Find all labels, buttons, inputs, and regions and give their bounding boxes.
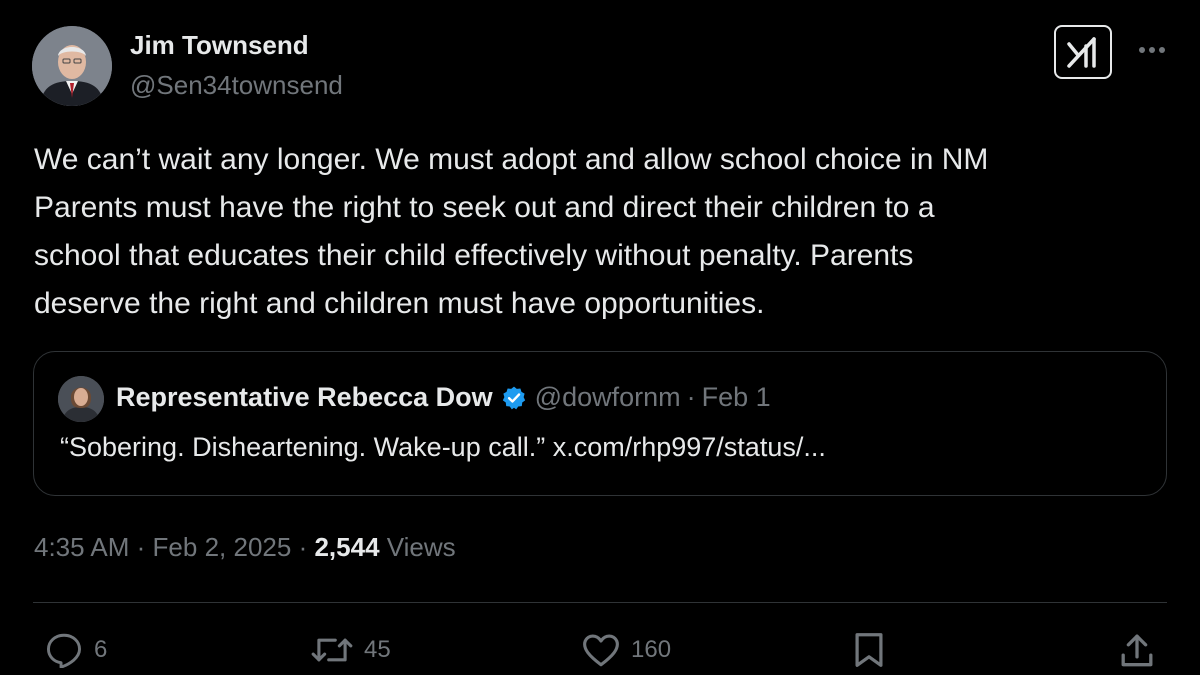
like-icon xyxy=(583,634,619,667)
like-count: 160 xyxy=(631,636,672,663)
views-label: Views xyxy=(386,532,456,562)
quoted-author-avatar[interactable] xyxy=(58,376,104,422)
tweet-text-line: school that educates their child effecti… xyxy=(34,239,914,272)
quoted-tweet[interactable]: Representative Rebecca Dow @dowfornm · F… xyxy=(33,351,1167,496)
tweet-text-line: deserve the right and children must have… xyxy=(34,287,765,320)
quoted-author-name[interactable]: Representative Rebecca Dow xyxy=(116,382,493,413)
quoted-separator: · xyxy=(686,382,696,412)
tweet-text: We can’t wait any longer. We must adopt … xyxy=(34,136,1174,328)
meta-separator: · xyxy=(298,532,308,562)
repost-button[interactable]: 45 xyxy=(310,630,391,670)
author-avatar[interactable] xyxy=(32,26,112,106)
like-button[interactable]: 160 xyxy=(581,630,671,670)
author-handle[interactable]: @Sen34townsend xyxy=(130,70,343,101)
author-name[interactable]: Jim Townsend xyxy=(130,30,309,61)
quoted-date[interactable]: Feb 1 xyxy=(702,382,771,413)
verified-badge-icon xyxy=(501,385,527,411)
repost-icon xyxy=(311,638,353,662)
reply-button[interactable]: 6 xyxy=(44,630,107,670)
views-count: 2,544 xyxy=(314,532,380,562)
quoted-text: “Sobering. Disheartening. Wake-up call.”… xyxy=(60,432,826,462)
more-icon xyxy=(1139,47,1165,53)
quoted-avatar-image xyxy=(58,376,104,422)
tweet-text-line: We can’t wait any longer. We must adopt … xyxy=(34,143,989,176)
bookmark-button[interactable] xyxy=(852,630,886,670)
author-avatar-image xyxy=(32,26,112,106)
reply-icon xyxy=(46,633,82,668)
meta-separator: · xyxy=(136,532,146,562)
tweet-meta: 4:35 AM · Feb 2, 2025 · 2,544 Views xyxy=(34,532,456,563)
tweet-time[interactable]: 4:35 AM xyxy=(34,532,129,562)
grok-icon xyxy=(1067,37,1096,68)
share-icon xyxy=(1121,634,1153,667)
quoted-header: Representative Rebecca Dow @dowfornm · F… xyxy=(116,382,771,413)
bookmark-icon xyxy=(855,633,883,667)
divider xyxy=(33,602,1167,603)
tweet-date[interactable]: Feb 2, 2025 xyxy=(153,532,292,562)
tweet-text-line: Parents must have the right to seek out … xyxy=(34,191,935,224)
repost-count: 45 xyxy=(364,636,391,663)
more-options-button[interactable] xyxy=(1132,30,1172,70)
grok-button[interactable] xyxy=(1054,25,1112,79)
share-button[interactable] xyxy=(1118,630,1156,670)
quoted-author-handle[interactable]: @dowfornm xyxy=(535,382,681,413)
reply-count: 6 xyxy=(94,636,108,663)
